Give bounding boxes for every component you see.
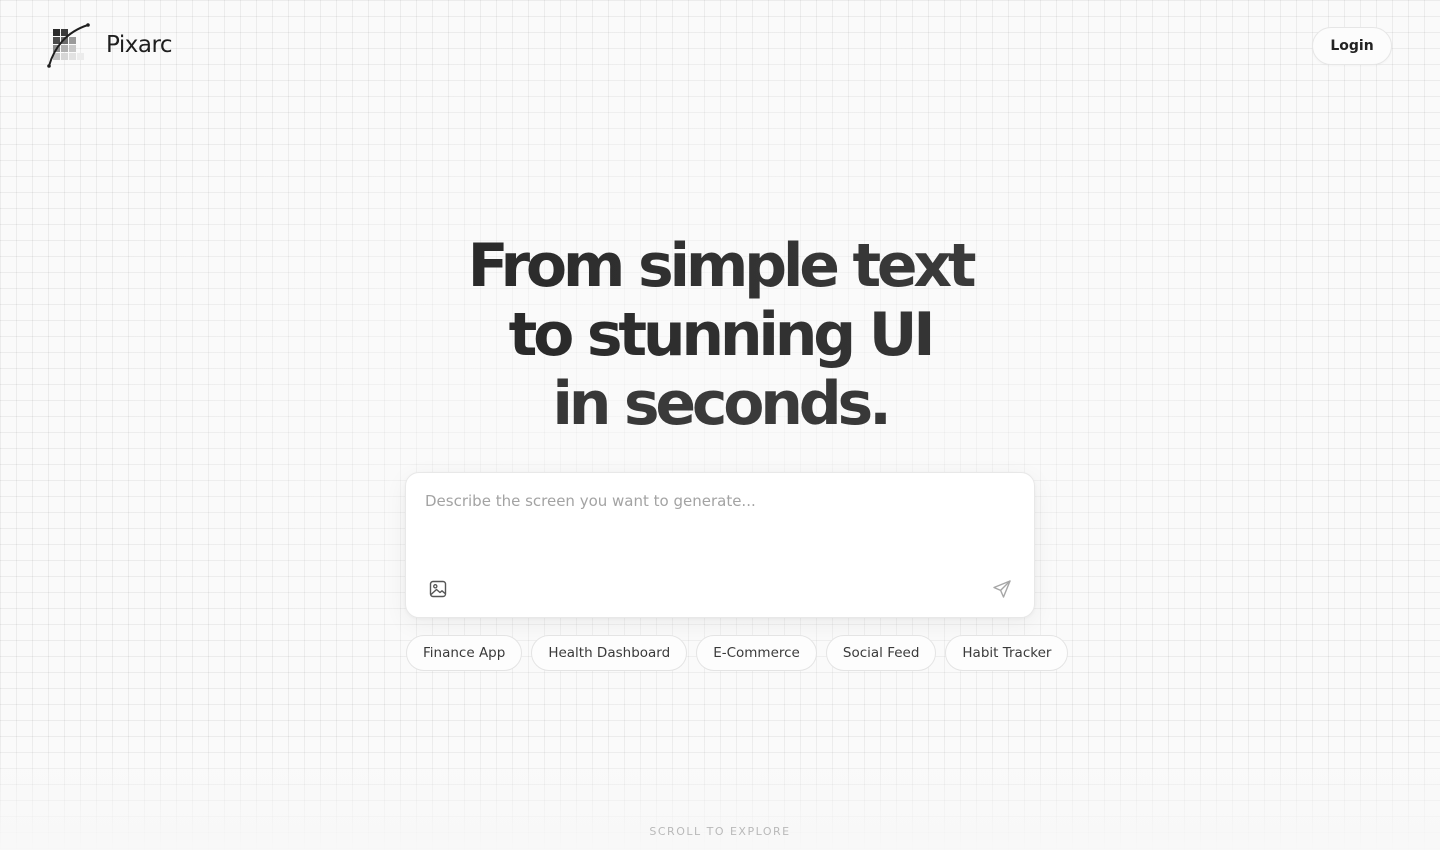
suggestion-chip-finance-app[interactable]: Finance App	[406, 635, 523, 671]
prompt-input[interactable]	[425, 491, 1015, 561]
login-button[interactable]: Login	[1312, 27, 1392, 65]
suggestion-chip-habit-tracker[interactable]: Habit Tracker	[945, 635, 1069, 671]
prompt-box	[405, 472, 1035, 618]
suggestion-chip-e-commerce[interactable]: E-Commerce	[696, 635, 817, 671]
brand-name: Pixarc	[106, 32, 173, 58]
send-icon	[993, 580, 1011, 598]
suggestion-chip-social-feed[interactable]: Social Feed	[825, 635, 937, 671]
image-icon	[429, 580, 447, 598]
hero-title: From simple text to stunning UI in secon…	[0, 232, 1440, 439]
suggestion-chip-health-dashboard[interactable]: Health Dashboard	[531, 635, 688, 671]
scroll-hint: SCROLL TO EXPLORE	[649, 825, 791, 838]
hero-title-line-3: in seconds.	[0, 370, 1440, 439]
attach-image-button[interactable]	[426, 577, 450, 601]
hero-title-line-2: to stunning UI	[0, 301, 1440, 370]
pixel-curve-logo-icon	[47, 23, 90, 68]
suggestion-chips: Finance App Health Dashboard E-Commerce …	[406, 635, 1069, 671]
hero-title-line-1: From simple text	[0, 232, 1440, 301]
brand-home-link[interactable]: Pixarc	[46, 22, 173, 68]
send-button[interactable]	[990, 577, 1014, 601]
